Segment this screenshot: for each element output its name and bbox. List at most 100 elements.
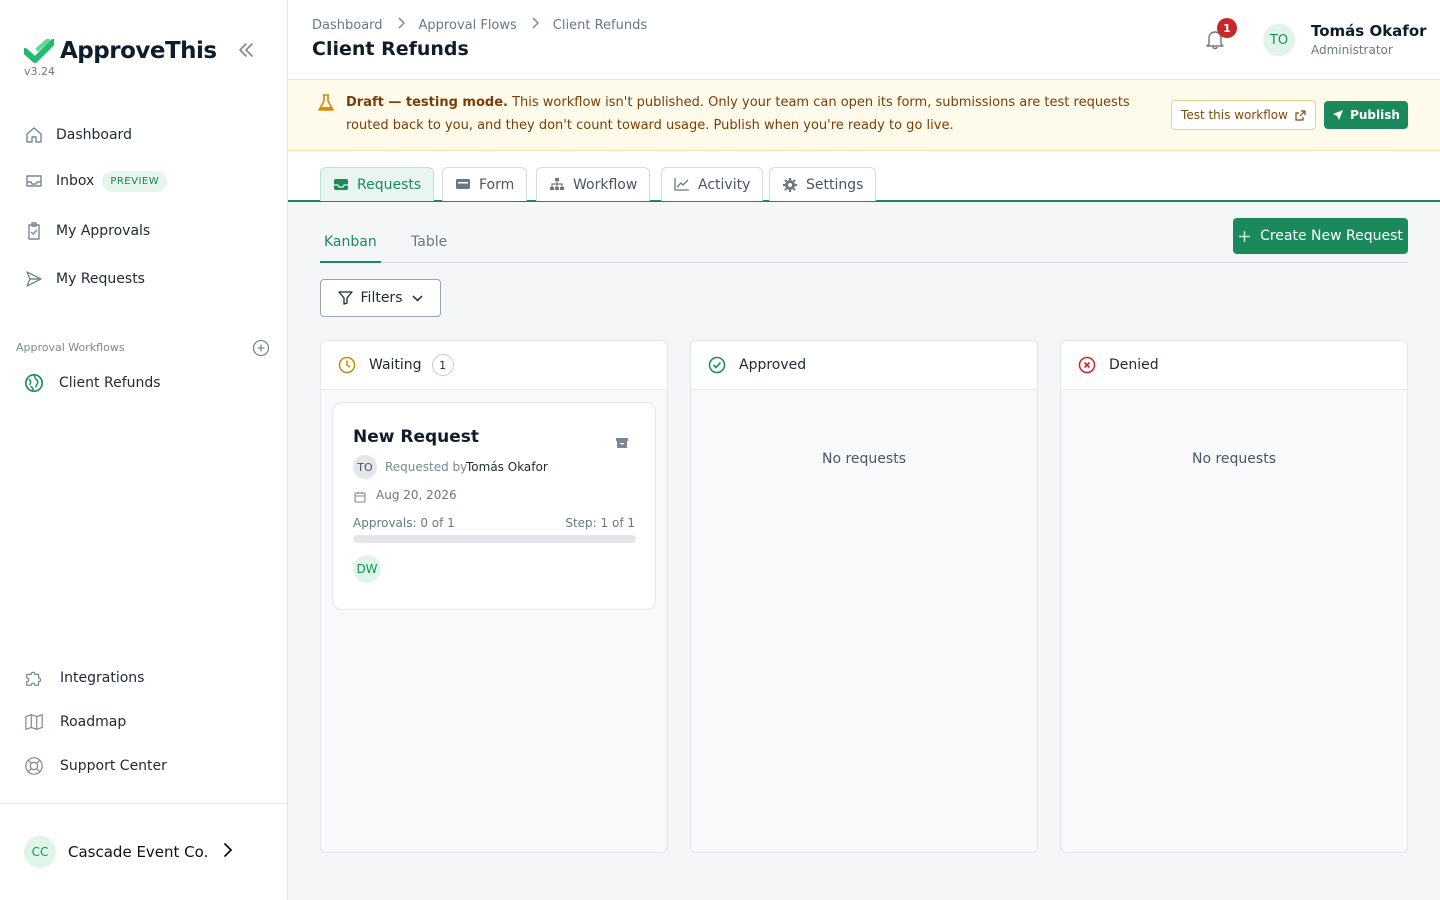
checkmark-logo-icon	[24, 39, 54, 63]
chevron-down-icon	[412, 294, 424, 302]
column-title: Waiting	[369, 357, 422, 373]
external-link-icon	[1295, 109, 1306, 121]
chevron-right-icon	[531, 17, 539, 33]
puzzle-icon	[24, 668, 44, 688]
nav-my-approvals[interactable]: My Approvals	[24, 219, 150, 243]
gear-icon	[782, 177, 798, 193]
publish-label: Publish	[1350, 108, 1400, 122]
calendar-icon	[354, 488, 366, 503]
nav-roadmap[interactable]: Roadmap	[24, 710, 126, 734]
kanban-column-approved: Approved No requests	[690, 340, 1038, 853]
requester-name: Tomás Okafor	[466, 460, 548, 474]
tab-activity-label: Activity	[698, 176, 751, 193]
nav-dashboard-label: Dashboard	[56, 127, 132, 143]
column-title: Denied	[1109, 357, 1159, 373]
lifebuoy-icon	[24, 756, 44, 776]
divider	[0, 803, 288, 804]
globe-icon	[24, 373, 44, 393]
workflow-client-refunds-label: Client Refunds	[59, 375, 161, 391]
tab-workflow[interactable]: Workflow	[536, 167, 651, 201]
user-avatar[interactable]: TO	[1263, 24, 1295, 56]
test-workflow-label: Test this workflow	[1181, 108, 1288, 122]
user-name[interactable]: Tomás Okafor	[1311, 22, 1427, 40]
check-circle-icon	[708, 356, 726, 374]
preview-badge: PREVIEW	[102, 170, 168, 192]
app-logo[interactable]: ApproveThis	[24, 38, 217, 64]
rocket-icon	[1332, 109, 1344, 121]
workflow-client-refunds[interactable]: Client Refunds	[24, 371, 161, 395]
nav-integrations[interactable]: Integrations	[24, 666, 144, 690]
sitemap-icon	[549, 177, 565, 193]
empty-state-text: No requests	[1192, 451, 1276, 467]
add-workflow-icon[interactable]	[252, 339, 270, 357]
tab-activity[interactable]: Activity	[661, 167, 764, 201]
archive-icon[interactable]	[615, 435, 629, 449]
filters-label: Filters	[360, 290, 403, 306]
column-count-badge: 1	[431, 354, 454, 376]
nav-integrations-label: Integrations	[60, 670, 145, 686]
notification-count-badge: 1	[1217, 18, 1237, 38]
breadcrumb-dashboard[interactable]: Dashboard	[312, 18, 383, 33]
org-avatar: CC	[24, 836, 56, 868]
breadcrumb-approval-flows[interactable]: Approval Flows	[419, 18, 517, 33]
sidebar: ApproveThis v3.24 Dashboard Inbox PREVIE…	[0, 0, 288, 900]
filter-icon	[337, 291, 353, 305]
nav-inbox[interactable]: Inbox PREVIEW	[24, 169, 168, 193]
top-header: Dashboard Approval Flows Client Refunds …	[288, 0, 1440, 80]
create-new-request-label: Create New Request	[1260, 228, 1403, 244]
kanban-column-waiting: Waiting 1 New Request TO Requested by To…	[320, 340, 668, 853]
column-header: Waiting 1	[321, 341, 667, 390]
nav-my-requests[interactable]: My Requests	[24, 267, 145, 291]
flask-icon	[318, 94, 334, 111]
tab-settings[interactable]: Settings	[769, 167, 877, 201]
request-date: Aug 20, 2026	[376, 488, 457, 502]
organization-switcher[interactable]: CC Cascade Event Co.	[24, 836, 234, 868]
banner-message: Draft — testing mode. This workflow isn'…	[346, 91, 1146, 137]
nav-dashboard[interactable]: Dashboard	[24, 123, 132, 147]
approver-avatar: DW	[353, 555, 381, 583]
chevron-right-icon	[397, 17, 405, 33]
requester-avatar: TO	[353, 455, 377, 479]
nav-support-center-label: Support Center	[60, 758, 167, 774]
breadcrumb-client-refunds[interactable]: Client Refunds	[553, 18, 647, 33]
home-icon	[24, 125, 44, 145]
chevron-right-icon	[222, 842, 234, 863]
kanban-column-denied: Denied No requests	[1060, 340, 1408, 853]
publish-button[interactable]: Publish	[1324, 101, 1408, 129]
inbox-tray-icon	[333, 177, 349, 193]
empty-state-text: No requests	[822, 451, 906, 467]
clipboard-check-icon	[24, 221, 44, 241]
test-workflow-button[interactable]: Test this workflow	[1171, 100, 1316, 130]
requested-by-label: Requested by	[385, 460, 468, 474]
user-role: Administrator	[1311, 43, 1393, 57]
form-icon	[455, 177, 471, 193]
nav-my-requests-label: My Requests	[56, 271, 145, 287]
nav-inbox-label: Inbox	[56, 173, 95, 189]
filters-button[interactable]: Filters	[320, 279, 441, 317]
tab-form-label: Form	[479, 176, 515, 193]
app-name: ApproveThis	[60, 38, 217, 64]
column-title: Approved	[739, 357, 807, 373]
breadcrumb: Dashboard Approval Flows Client Refunds	[312, 17, 647, 33]
request-title: New Request	[353, 427, 480, 447]
org-name: Cascade Event Co.	[68, 843, 209, 861]
send-icon	[24, 269, 44, 289]
draft-banner: Draft — testing mode. This workflow isn'…	[288, 80, 1440, 151]
request-card[interactable]: New Request TO Requested by Tomás Okafor…	[332, 402, 656, 610]
nav-roadmap-label: Roadmap	[60, 714, 127, 730]
create-new-request-button[interactable]: Create New Request	[1233, 218, 1408, 254]
tab-form[interactable]: Form	[442, 167, 528, 201]
nav-my-approvals-label: My Approvals	[56, 223, 151, 239]
column-header: Approved	[691, 341, 1037, 390]
step-progress-text: Step: 1 of 1	[565, 516, 635, 530]
x-circle-icon	[1078, 356, 1096, 374]
tab-requests[interactable]: Requests	[320, 167, 435, 201]
banner-strong-text: Draft — testing mode.	[346, 95, 508, 110]
nav-support-center[interactable]: Support Center	[24, 754, 167, 778]
column-header: Denied	[1061, 341, 1407, 390]
app-version: v3.24	[24, 65, 56, 78]
view-table-tab[interactable]: Table	[411, 234, 447, 263]
collapse-sidebar-icon[interactable]	[236, 40, 258, 62]
page-title: Client Refunds	[312, 38, 469, 60]
view-kanban-tab[interactable]: Kanban	[320, 234, 381, 263]
